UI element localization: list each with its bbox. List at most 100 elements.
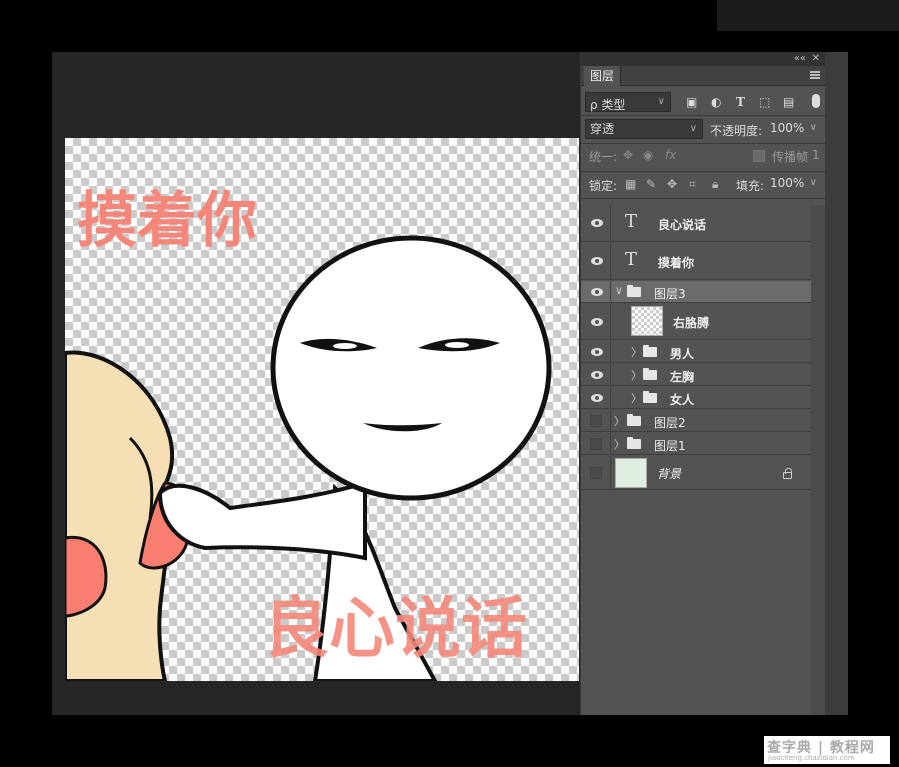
chevron-right-icon[interactable]: 〉 xyxy=(614,436,625,452)
opacity-input[interactable]: 100% ∨ xyxy=(766,119,822,139)
unify-position-icon[interactable]: ✥ xyxy=(623,148,633,162)
propagate-frame-checkbox[interactable] xyxy=(753,150,765,162)
layer-row-background[interactable]: 背景 xyxy=(581,456,811,490)
filter-row: ρ 类型 ∨ ▣ ◐ T ⬚ ▤ xyxy=(581,92,826,114)
filter-toggle-icon[interactable] xyxy=(812,94,820,108)
lock-image-pixels-icon[interactable]: ✎ xyxy=(646,177,656,191)
man-head xyxy=(270,235,552,501)
lock-artboard-icon[interactable]: ⌗ xyxy=(689,177,696,192)
folder-icon xyxy=(627,437,641,449)
chevron-down-icon: ∨ xyxy=(657,96,665,107)
panel-menu-icon[interactable] xyxy=(810,71,820,79)
folder-icon xyxy=(627,414,641,426)
watermark: 查字典 | 教程网 jiaocheng.chazidian.com xyxy=(764,736,890,764)
layer-row-group-3[interactable]: ∨ 图层3 xyxy=(581,281,811,303)
visibility-toggle[interactable] xyxy=(581,387,611,408)
visibility-toggle[interactable] xyxy=(581,341,611,362)
filter-type-icon[interactable]: T xyxy=(736,95,745,109)
divider xyxy=(581,115,826,116)
visibility-toggle[interactable] xyxy=(581,205,611,241)
eye-icon xyxy=(591,257,603,265)
divider xyxy=(581,171,826,172)
document-canvas[interactable]: 摸着你 良心说话 xyxy=(65,138,579,681)
blend-row: 穿透 ∨ 不透明度: 100% ∨ xyxy=(581,119,826,141)
canvas-text-bottom: 良心说话 xyxy=(263,590,527,667)
visibility-toggle[interactable] xyxy=(581,364,611,385)
chevron-right-icon[interactable]: 〉 xyxy=(631,367,642,383)
visibility-toggle[interactable] xyxy=(581,304,611,339)
chevron-right-icon[interactable]: 〉 xyxy=(631,344,642,360)
opacity-label: 不透明度: xyxy=(710,124,763,138)
layer-name: 良心说话 xyxy=(658,218,707,232)
filter-pixel-icon[interactable]: ▣ xyxy=(686,95,697,109)
unify-visibility-icon[interactable]: ◉ xyxy=(643,148,653,162)
lock-icon xyxy=(783,468,792,479)
filter-smart-object-icon[interactable]: ▤ xyxy=(783,95,794,109)
layer-thumbnail xyxy=(631,306,663,336)
visibility-toggle[interactable] xyxy=(581,410,611,431)
layer-name: 女人 xyxy=(670,393,695,407)
blend-mode-select[interactable]: 穿透 ∨ xyxy=(585,119,703,139)
man-pupil-left xyxy=(333,343,357,349)
eye-icon xyxy=(591,348,603,356)
layer-row-group-man[interactable]: 〉 男人 xyxy=(581,341,811,363)
top-right-dark-corner xyxy=(717,0,899,31)
layers-panel: «« ✕ 图层 ρ 类型 ∨ ▣ ◐ T ⬚ ▤ 穿透 ∨ 不透明度: 100%… xyxy=(580,52,826,715)
layer-name: 摸着你 xyxy=(658,256,695,270)
layer-row-pixel-right-arm[interactable]: 右胳膊 xyxy=(581,304,811,340)
filter-shape-icon[interactable]: ⬚ xyxy=(759,95,770,109)
folder-icon xyxy=(643,368,657,380)
tab-layers[interactable]: 图层 xyxy=(584,66,622,86)
layer-row-group-1[interactable]: 〉 图层1 xyxy=(581,433,811,455)
chevron-right-icon[interactable]: 〉 xyxy=(614,413,625,429)
canvas-text-top: 摸着你 xyxy=(77,186,257,256)
layer-name: 图层1 xyxy=(654,439,686,453)
eye-icon xyxy=(591,371,603,379)
layer-name: 图层2 xyxy=(654,416,686,430)
divider xyxy=(581,198,826,199)
visibility-toggle[interactable] xyxy=(581,243,611,279)
hidden-visibility-box xyxy=(590,467,602,479)
lock-label: 锁定: xyxy=(589,179,618,193)
propagate-frame-label: 传播帧 xyxy=(772,150,809,164)
eye-icon xyxy=(591,394,603,402)
filter-adjustment-icon[interactable]: ◐ xyxy=(711,95,721,109)
layer-row-text-liangxin[interactable]: T 良心说话 xyxy=(581,205,811,242)
chevron-down-icon: ∨ xyxy=(689,123,697,134)
divider xyxy=(581,143,826,144)
unify-style-icon[interactable]: fx xyxy=(665,148,676,162)
layer-row-group-2[interactable]: 〉 图层2 xyxy=(581,410,811,432)
layer-name: 左胸 xyxy=(670,370,695,384)
filter-kind-select[interactable]: ρ 类型 ∨ xyxy=(585,92,671,112)
watermark-sub: jiaocheng.chazidian.com xyxy=(768,754,855,762)
layers-scrollbar[interactable] xyxy=(811,205,826,715)
lock-all-icon[interactable]: 🔒︎ xyxy=(712,177,718,192)
visibility-toggle[interactable] xyxy=(581,281,611,302)
layer-name: 图层3 xyxy=(654,287,686,301)
chevron-down-icon: ∨ xyxy=(809,122,817,133)
layer-row-group-woman[interactable]: 〉 女人 xyxy=(581,387,811,409)
propagate-frame-value: 1 xyxy=(812,148,820,162)
lock-transparent-pixels-icon[interactable]: ▦ xyxy=(625,177,636,191)
filter-kind-label: ρ 类型 xyxy=(590,98,626,112)
layer-name: 男人 xyxy=(670,347,695,361)
panel-dock-gutter xyxy=(825,52,848,715)
close-panel-icon[interactable]: ✕ xyxy=(812,52,820,66)
text-layer-icon: T xyxy=(625,211,638,232)
visibility-toggle[interactable] xyxy=(581,456,611,489)
layer-row-text-mozheni[interactable]: T 摸着你 xyxy=(581,243,811,280)
collapse-panel-icon[interactable]: «« xyxy=(794,52,806,66)
lock-position-icon[interactable]: ✥ xyxy=(667,177,677,191)
visibility-toggle[interactable] xyxy=(581,433,611,454)
hidden-visibility-box xyxy=(590,415,602,427)
folder-icon xyxy=(643,345,657,357)
layer-name: 背景 xyxy=(657,467,682,481)
chevron-down-icon[interactable]: ∨ xyxy=(615,284,623,297)
chevron-right-icon[interactable]: 〉 xyxy=(631,390,642,406)
man-arm xyxy=(157,480,367,561)
background-thumbnail xyxy=(615,458,647,488)
eye-icon xyxy=(591,318,603,326)
eye-icon xyxy=(591,219,603,227)
fill-input[interactable]: 100% ∨ xyxy=(766,174,822,194)
layer-row-group-left-chest[interactable]: 〉 左胸 xyxy=(581,364,811,386)
